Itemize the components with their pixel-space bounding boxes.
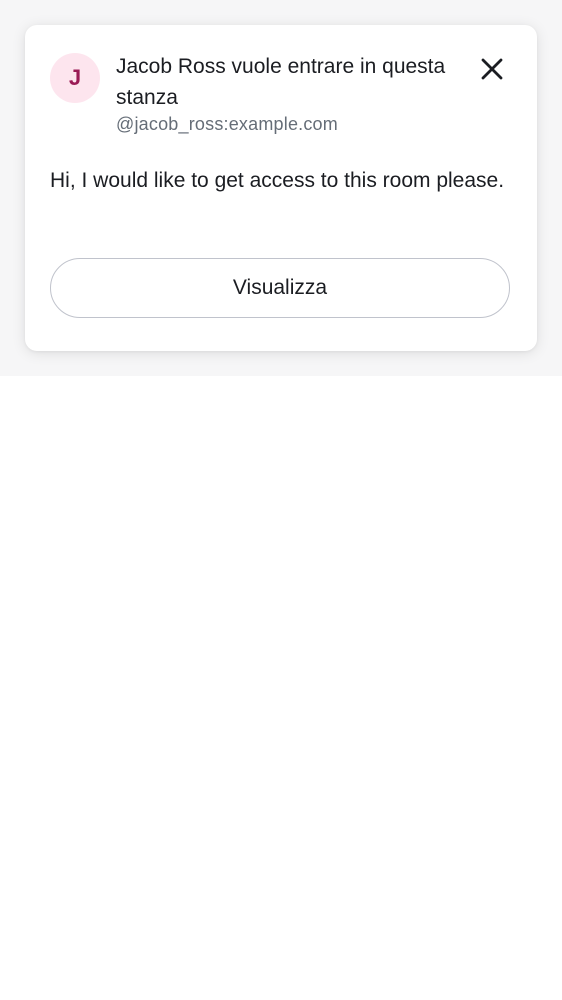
avatar: J <box>50 53 100 103</box>
knock-request-card: J Jacob Ross vuole entrare in questa sta… <box>25 25 537 351</box>
user-id: @jacob_ross:example.com <box>116 114 338 134</box>
view-button[interactable]: Visualizza <box>50 258 510 318</box>
close-icon <box>481 58 503 80</box>
request-message: Hi, I would like to get access to this r… <box>50 169 505 192</box>
request-title: Jacob Ross vuole entrare in questa stanz… <box>116 55 446 109</box>
dismiss-button[interactable] <box>476 53 508 85</box>
